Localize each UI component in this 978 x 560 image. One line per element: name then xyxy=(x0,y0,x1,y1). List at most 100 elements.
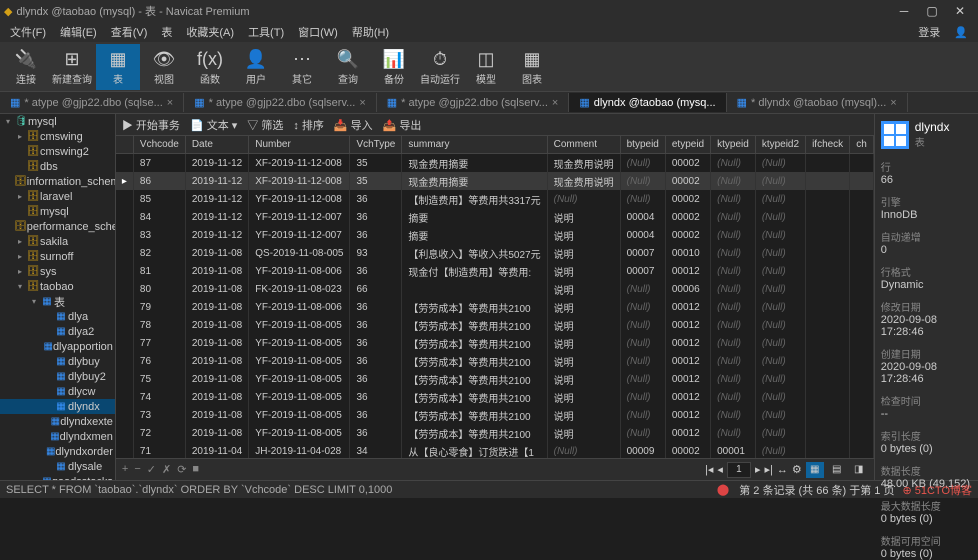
menu-window[interactable]: 窗口(W) xyxy=(292,22,344,42)
col-ktypeid2[interactable]: ktypeid2 xyxy=(755,136,805,154)
table-row[interactable]: 762019-11-08YF-2019-11-08-00536【劳劳成本】等费用… xyxy=(116,352,873,370)
data-grid[interactable]: VchcodeDateNumberVchTypesummaryCommentbt… xyxy=(116,136,874,458)
col-ifcheck[interactable]: ifcheck xyxy=(806,136,850,154)
tool-备份[interactable]: 📊备份 xyxy=(372,44,416,90)
form-view-button[interactable]: ▤ xyxy=(828,462,846,478)
pager-next[interactable]: ▸ xyxy=(755,463,761,476)
tab[interactable]: ▦dlyndx @taobao (mysq... xyxy=(569,93,726,112)
add-row-button[interactable]: + xyxy=(122,463,128,476)
cancel-button[interactable]: ✗ xyxy=(162,463,171,476)
col-Comment[interactable]: Comment xyxy=(547,136,620,154)
menu-table[interactable]: 表 xyxy=(155,22,178,42)
ctb-导入[interactable]: 📥 导入 xyxy=(334,117,373,133)
table-row[interactable]: 782019-11-08YF-2019-11-08-00536【劳劳成本】等费用… xyxy=(116,316,873,334)
col-etypeid[interactable]: etypeid xyxy=(665,136,710,154)
table-row[interactable]: 802019-11-08FK-2019-11-08-02366说明(Null)0… xyxy=(116,280,873,298)
tree-item-goodsstocks[interactable]: ▦goodsstocks xyxy=(0,474,115,480)
table-row[interactable]: 792019-11-08YF-2019-11-08-00636【劳劳成本】等费用… xyxy=(116,298,873,316)
col-ktypeid[interactable]: ktypeid xyxy=(711,136,756,154)
ctb-排序[interactable]: ↕ 排序 xyxy=(293,117,324,133)
tree-item-cmswing[interactable]: ▸🗄cmswing xyxy=(0,129,115,144)
tab[interactable]: ▦* atype @gjp22.dbo (sqlserv...× xyxy=(377,93,570,112)
minimize-button[interactable]: ─ xyxy=(890,4,918,18)
tree-item-dlybuy2[interactable]: ▦dlybuy2 xyxy=(0,369,115,384)
table-row[interactable]: 822019-11-08QS-2019-11-08-00593【利息收入】等收入… xyxy=(116,244,873,262)
tool-自动运行[interactable]: ⏱自动运行 xyxy=(418,44,462,90)
menu-help[interactable]: 帮助(H) xyxy=(346,22,395,42)
stop-button[interactable]: ■ xyxy=(192,463,199,476)
tree-item-dlycw[interactable]: ▦dlycw xyxy=(0,384,115,399)
pager-prev[interactable]: ◂ xyxy=(717,463,723,476)
table-row[interactable]: 842019-11-12YF-2019-11-12-00736摘要说明00004… xyxy=(116,208,873,226)
table-row[interactable]: 872019-11-12XF-2019-11-12-00835现金费用摘要现金费… xyxy=(116,154,873,173)
pager-limit[interactable]: ↔ xyxy=(777,464,788,476)
tree-item-surnoff[interactable]: ▸🗄surnoff xyxy=(0,249,115,264)
tab[interactable]: ▦* atype @gjp22.dbo (sqlserv...× xyxy=(184,93,377,112)
menu-view[interactable]: 查看(V) xyxy=(105,22,154,42)
pager-page-input[interactable] xyxy=(727,462,751,478)
tree-item-dlyndxmen[interactable]: ▦dlyndxmen xyxy=(0,429,115,444)
tab[interactable]: ▦* dlyndx @taobao (mysql)...× xyxy=(727,93,908,112)
tree-item-mysql[interactable]: ▾🛢mysql xyxy=(0,114,115,129)
table-row[interactable]: 752019-11-08YF-2019-11-08-00536【劳劳成本】等费用… xyxy=(116,370,873,388)
ctb-导出[interactable]: 📤 导出 xyxy=(383,117,422,133)
tool-连接[interactable]: 🔌连接 xyxy=(4,44,48,90)
tree-item-sakila[interactable]: ▸🗄sakila xyxy=(0,234,115,249)
tree-item-dlyndxorder[interactable]: ▦dlyndxorder xyxy=(0,444,115,459)
tree-item-dlyndx[interactable]: ▦dlyndx xyxy=(0,399,115,414)
col-Number[interactable]: Number xyxy=(249,136,350,154)
table-row[interactable]: 742019-11-08YF-2019-11-08-00536【劳劳成本】等费用… xyxy=(116,388,873,406)
tool-查询[interactable]: 🔍查询 xyxy=(326,44,370,90)
login-button[interactable]: 登录 xyxy=(912,22,946,42)
close-button[interactable]: ✕ xyxy=(946,4,974,18)
table-row[interactable]: 722019-11-08YF-2019-11-08-00536【劳劳成本】等费用… xyxy=(116,424,873,442)
menu-tools[interactable]: 工具(T) xyxy=(242,22,290,42)
ctb-开始事务[interactable]: ▶ 开始事务 xyxy=(122,117,180,133)
tool-函数[interactable]: f(x)函数 xyxy=(188,44,232,90)
pager-last[interactable]: ▸| xyxy=(764,463,772,476)
tree-item-mysql[interactable]: 🗄mysql xyxy=(0,204,115,219)
tool-模型[interactable]: ◫模型 xyxy=(464,44,508,90)
col-btypeid[interactable]: btypeid xyxy=(620,136,665,154)
pager-settings[interactable]: ⚙ xyxy=(792,463,802,476)
tab[interactable]: ▦* atype @gjp22.dbo (sqlse...× xyxy=(0,93,184,112)
ctb-筛选[interactable]: ▽ 筛选 xyxy=(247,117,283,133)
maximize-button[interactable]: ▢ xyxy=(918,4,946,18)
col-Date[interactable]: Date xyxy=(185,136,248,154)
tree-item-dlyapportion[interactable]: ▦dlyapportion xyxy=(0,339,115,354)
refresh-button[interactable]: ⟳ xyxy=(177,463,186,476)
table-row[interactable]: 812019-11-08YF-2019-11-08-00636现金付【制造费用】… xyxy=(116,262,873,280)
tool-新建查询[interactable]: ⊞新建查询 xyxy=(50,44,94,90)
user-icon[interactable]: 👤 xyxy=(948,24,974,41)
commit-button[interactable]: ✓ xyxy=(147,463,156,476)
col-ch[interactable]: ch xyxy=(850,136,874,154)
tool-表[interactable]: ▦表 xyxy=(96,44,140,90)
tree-item-laravel[interactable]: ▸🗄laravel xyxy=(0,189,115,204)
tree-item-taobao[interactable]: ▾🗄taobao xyxy=(0,279,115,294)
tree-item-dlybuy[interactable]: ▦dlybuy xyxy=(0,354,115,369)
col-Vchcode[interactable]: Vchcode xyxy=(133,136,185,154)
menu-favorite[interactable]: 收藏夹(A) xyxy=(180,22,240,42)
ctb-文本 ▾[interactable]: 📄 文本 ▾ xyxy=(190,117,237,133)
tree-item-dlya[interactable]: ▦dlya xyxy=(0,309,115,324)
tool-其它[interactable]: ⋯其它 xyxy=(280,44,324,90)
tree-item-dlysale[interactable]: ▦dlysale xyxy=(0,459,115,474)
tree-item-performance_schema[interactable]: 🗄performance_schema xyxy=(0,219,115,234)
tree-item-dlya2[interactable]: ▦dlya2 xyxy=(0,324,115,339)
grid-view-button[interactable]: ▦ xyxy=(806,462,824,478)
table-row[interactable]: ▸862019-11-12XF-2019-11-12-00835现金费用摘要现金… xyxy=(116,172,873,190)
tree-item-dlyndxexte[interactable]: ▦dlyndxexte xyxy=(0,414,115,429)
tree-item-表[interactable]: ▾▦表 xyxy=(0,294,115,309)
delete-row-button[interactable]: − xyxy=(134,463,140,476)
table-row[interactable]: 852019-11-12YF-2019-11-12-00836【制造费用】等费用… xyxy=(116,190,873,208)
table-row[interactable]: 772019-11-08YF-2019-11-08-00536【劳劳成本】等费用… xyxy=(116,334,873,352)
tree-item-cmswing2[interactable]: 🗄cmswing2 xyxy=(0,144,115,159)
db-tree[interactable]: ▾🛢mysql▸🗄cmswing🗄cmswing2🗄dbs🗄informatio… xyxy=(0,114,116,480)
table-row[interactable]: 832019-11-12YF-2019-11-12-00736摘要说明00004… xyxy=(116,226,873,244)
col-[interactable] xyxy=(116,136,134,154)
tool-图表[interactable]: ▦图表 xyxy=(510,44,554,90)
pager-first[interactable]: |◂ xyxy=(705,463,713,476)
tool-用户[interactable]: 👤用户 xyxy=(234,44,278,90)
table-row[interactable]: 712019-11-04JH-2019-11-04-02834从【良心零食】订货… xyxy=(116,442,873,458)
menu-edit[interactable]: 编辑(E) xyxy=(54,22,103,42)
